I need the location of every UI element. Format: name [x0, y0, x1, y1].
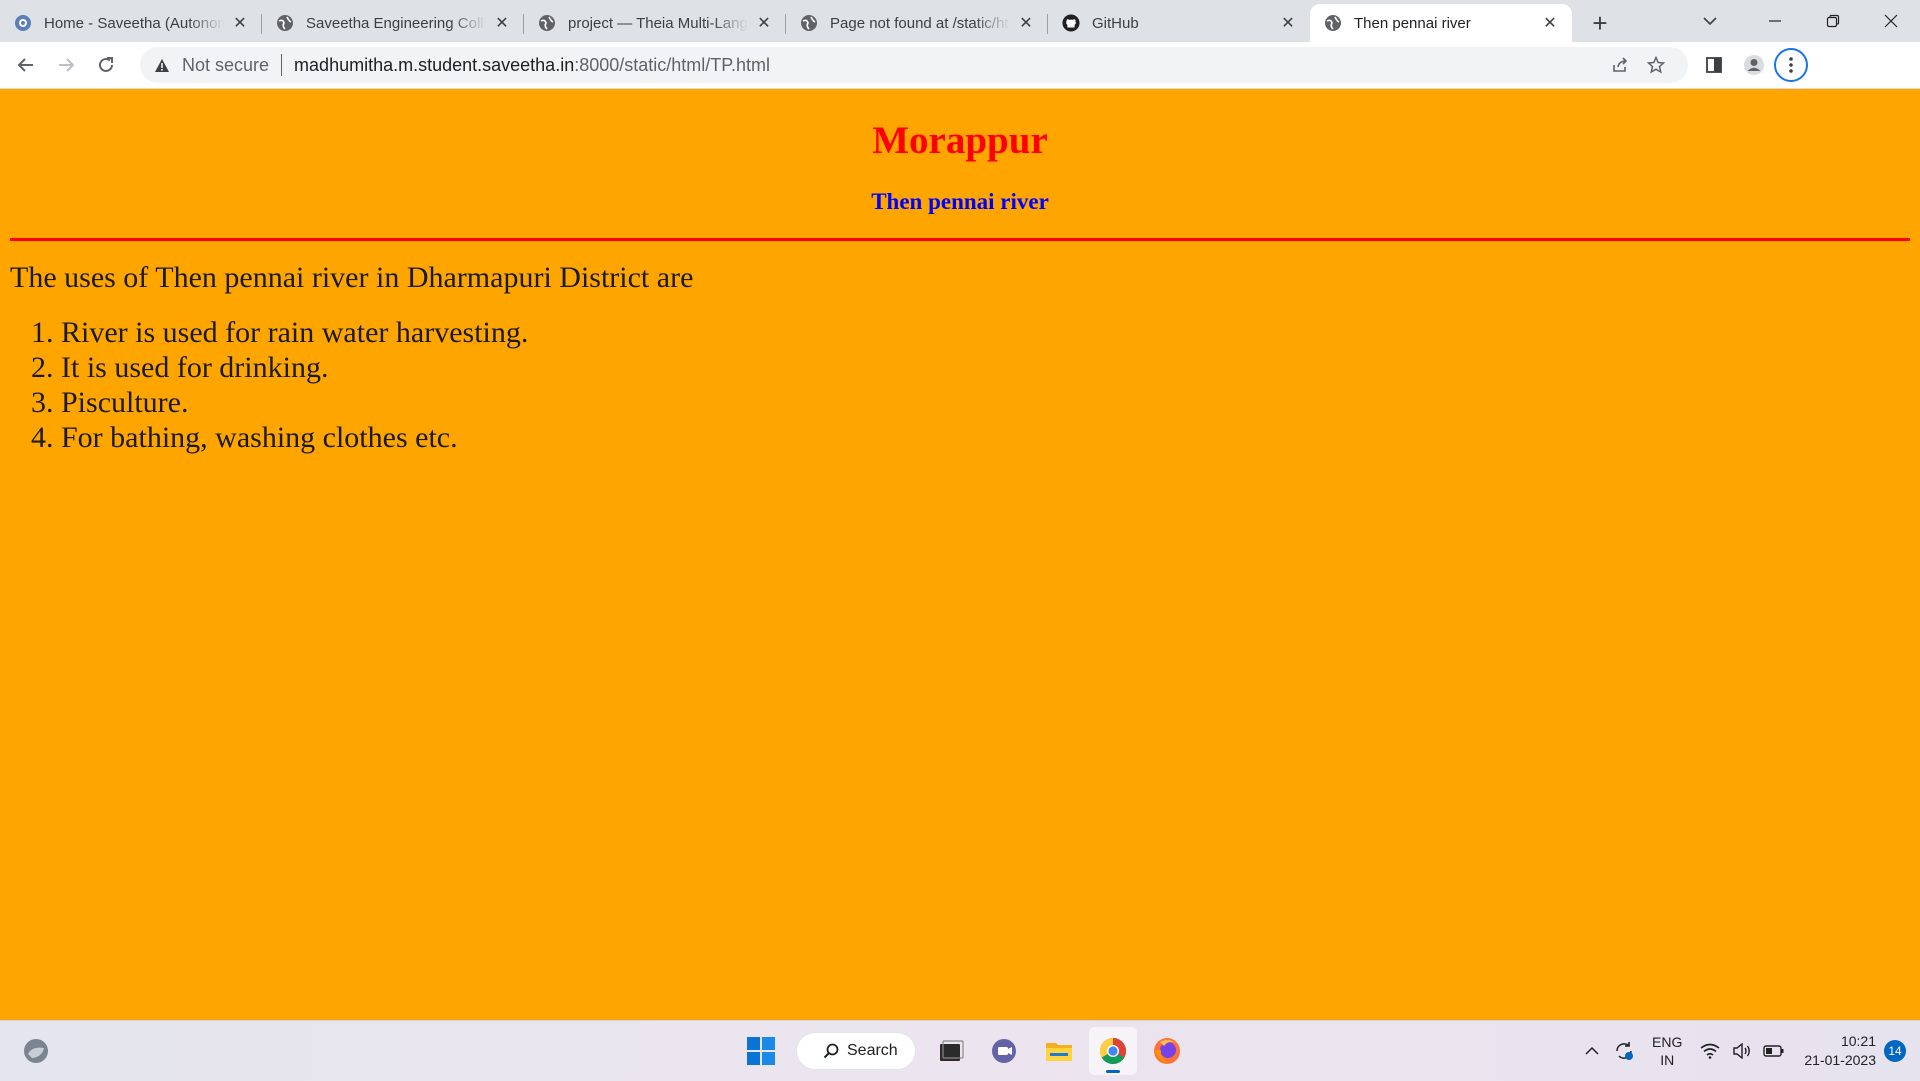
close-icon[interactable]: ✕: [492, 13, 512, 33]
wifi-icon[interactable]: [1695, 1036, 1725, 1066]
tab-theia-project[interactable]: project — Theia Multi-Language ✕: [524, 4, 786, 42]
taskbar-search-button[interactable]: Search: [796, 1032, 916, 1070]
file-explorer-icon[interactable]: [1035, 1027, 1083, 1075]
tab-strip: Home - Saveetha (Autonomous) ✕ Saveetha …: [0, 0, 1920, 42]
tab-search-chevron-icon[interactable]: [1688, 0, 1732, 42]
tab-title: Page not found at /static/html: [830, 14, 1010, 32]
close-icon[interactable]: ✕: [754, 13, 774, 33]
page-viewport: Morappur Then pennai river The uses of T…: [0, 89, 1920, 1020]
globe-icon: [800, 14, 818, 32]
new-tab-button[interactable]: +: [1580, 4, 1620, 42]
profile-avatar-icon[interactable]: [1734, 45, 1774, 85]
windows-taskbar: Search ENG IN 10:21 21-01-2023 14: [0, 1020, 1920, 1081]
url-host: madhumitha.m.student.saveetha.in: [294, 54, 575, 75]
list-item: Pisculture.: [61, 385, 528, 420]
chevron-up-icon[interactable]: [1577, 1036, 1607, 1066]
bookmark-star-icon[interactable]: [1638, 49, 1674, 81]
sync-icon[interactable]: [1609, 1036, 1639, 1066]
warning-triangle-icon[interactable]: [154, 58, 172, 73]
globe-icon: [1324, 14, 1342, 32]
horizontal-rule: [10, 238, 1910, 241]
more-menu-icon[interactable]: [1774, 48, 1808, 82]
search-label: Search: [847, 1042, 898, 1059]
share-icon[interactable]: [1602, 49, 1638, 81]
input-language-indicator[interactable]: ENG IN: [1652, 1033, 1682, 1069]
start-windows-icon[interactable]: [737, 1027, 785, 1075]
battery-icon[interactable]: [1759, 1036, 1789, 1066]
close-icon[interactable]: ✕: [1016, 13, 1036, 33]
close-icon[interactable]: ✕: [1540, 13, 1560, 33]
minimize-icon[interactable]: [1746, 0, 1804, 42]
close-window-icon[interactable]: [1862, 0, 1920, 42]
globe-icon: [276, 14, 294, 32]
lang-primary: ENG: [1652, 1034, 1683, 1050]
tab-then-pennai-river[interactable]: Then pennai river ✕: [1310, 4, 1572, 42]
tab-saveetha-home[interactable]: Home - Saveetha (Autonomous) ✕: [0, 4, 262, 42]
tab-title: project — Theia Multi-Language: [568, 14, 748, 32]
back-arrow-icon[interactable]: [6, 45, 46, 85]
list-item: It is used for drinking.: [61, 350, 528, 385]
github-icon: [1062, 14, 1080, 32]
side-panel-icon[interactable]: [1694, 45, 1734, 85]
close-icon[interactable]: ✕: [230, 13, 250, 33]
clock-time: 10:21: [1840, 1033, 1876, 1049]
address-bar[interactable]: Not secure madhumitha.m.student.saveetha…: [140, 47, 1688, 83]
globe-icon: [538, 14, 556, 32]
list-item: For bathing, washing clothes etc.: [61, 420, 528, 455]
uses-list: River is used for rain water harvesting.…: [0, 315, 528, 455]
close-icon[interactable]: ✕: [1278, 13, 1298, 33]
tab-saveetha-engineering[interactable]: Saveetha Engineering College ✕: [262, 4, 524, 42]
browser-toolbar: Not secure madhumitha.m.student.saveetha…: [0, 42, 1920, 89]
volume-icon[interactable]: [1727, 1036, 1757, 1066]
url-path: :8000/static/html/TP.html: [574, 54, 770, 75]
security-status-label[interactable]: Not secure: [182, 55, 269, 76]
tab-title: Then pennai river: [1354, 14, 1471, 32]
system-tray: ENG IN 10:21 21-01-2023 14: [1576, 1021, 1920, 1081]
tab-title: Home - Saveetha (Autonomous): [44, 14, 224, 32]
window-controls: [1746, 0, 1920, 42]
reload-icon[interactable]: [86, 45, 126, 85]
weather-widget-icon[interactable]: [18, 1035, 54, 1067]
page-subheading: Then pennai river: [871, 189, 1049, 214]
notification-badge[interactable]: 14: [1884, 1040, 1906, 1062]
restore-icon[interactable]: [1804, 0, 1862, 42]
clock[interactable]: 10:21 21-01-2023: [1804, 1032, 1876, 1070]
teams-chat-icon[interactable]: [981, 1027, 1029, 1075]
lang-secondary: IN: [1660, 1052, 1675, 1068]
tab-page-not-found[interactable]: Page not found at /static/html ✕: [786, 4, 1048, 42]
task-view-icon[interactable]: [927, 1027, 975, 1075]
page-heading: Morappur: [872, 119, 1048, 162]
tab-title: GitHub: [1092, 14, 1139, 32]
saveetha-favicon-icon: [14, 14, 32, 32]
chrome-icon[interactable]: [1089, 1027, 1137, 1075]
list-item: River is used for rain water harvesting.: [61, 315, 528, 350]
omnibox-divider: [281, 54, 283, 76]
intro-paragraph: The uses of Then pennai river in Dharmap…: [10, 261, 694, 294]
tab-github[interactable]: GitHub ✕: [1048, 4, 1310, 42]
forward-arrow-icon[interactable]: [46, 45, 86, 85]
clock-date: 21-01-2023: [1804, 1052, 1876, 1068]
firefox-icon[interactable]: [1143, 1027, 1191, 1075]
tab-title: Saveetha Engineering College: [306, 14, 486, 32]
search-icon: [823, 1043, 839, 1059]
